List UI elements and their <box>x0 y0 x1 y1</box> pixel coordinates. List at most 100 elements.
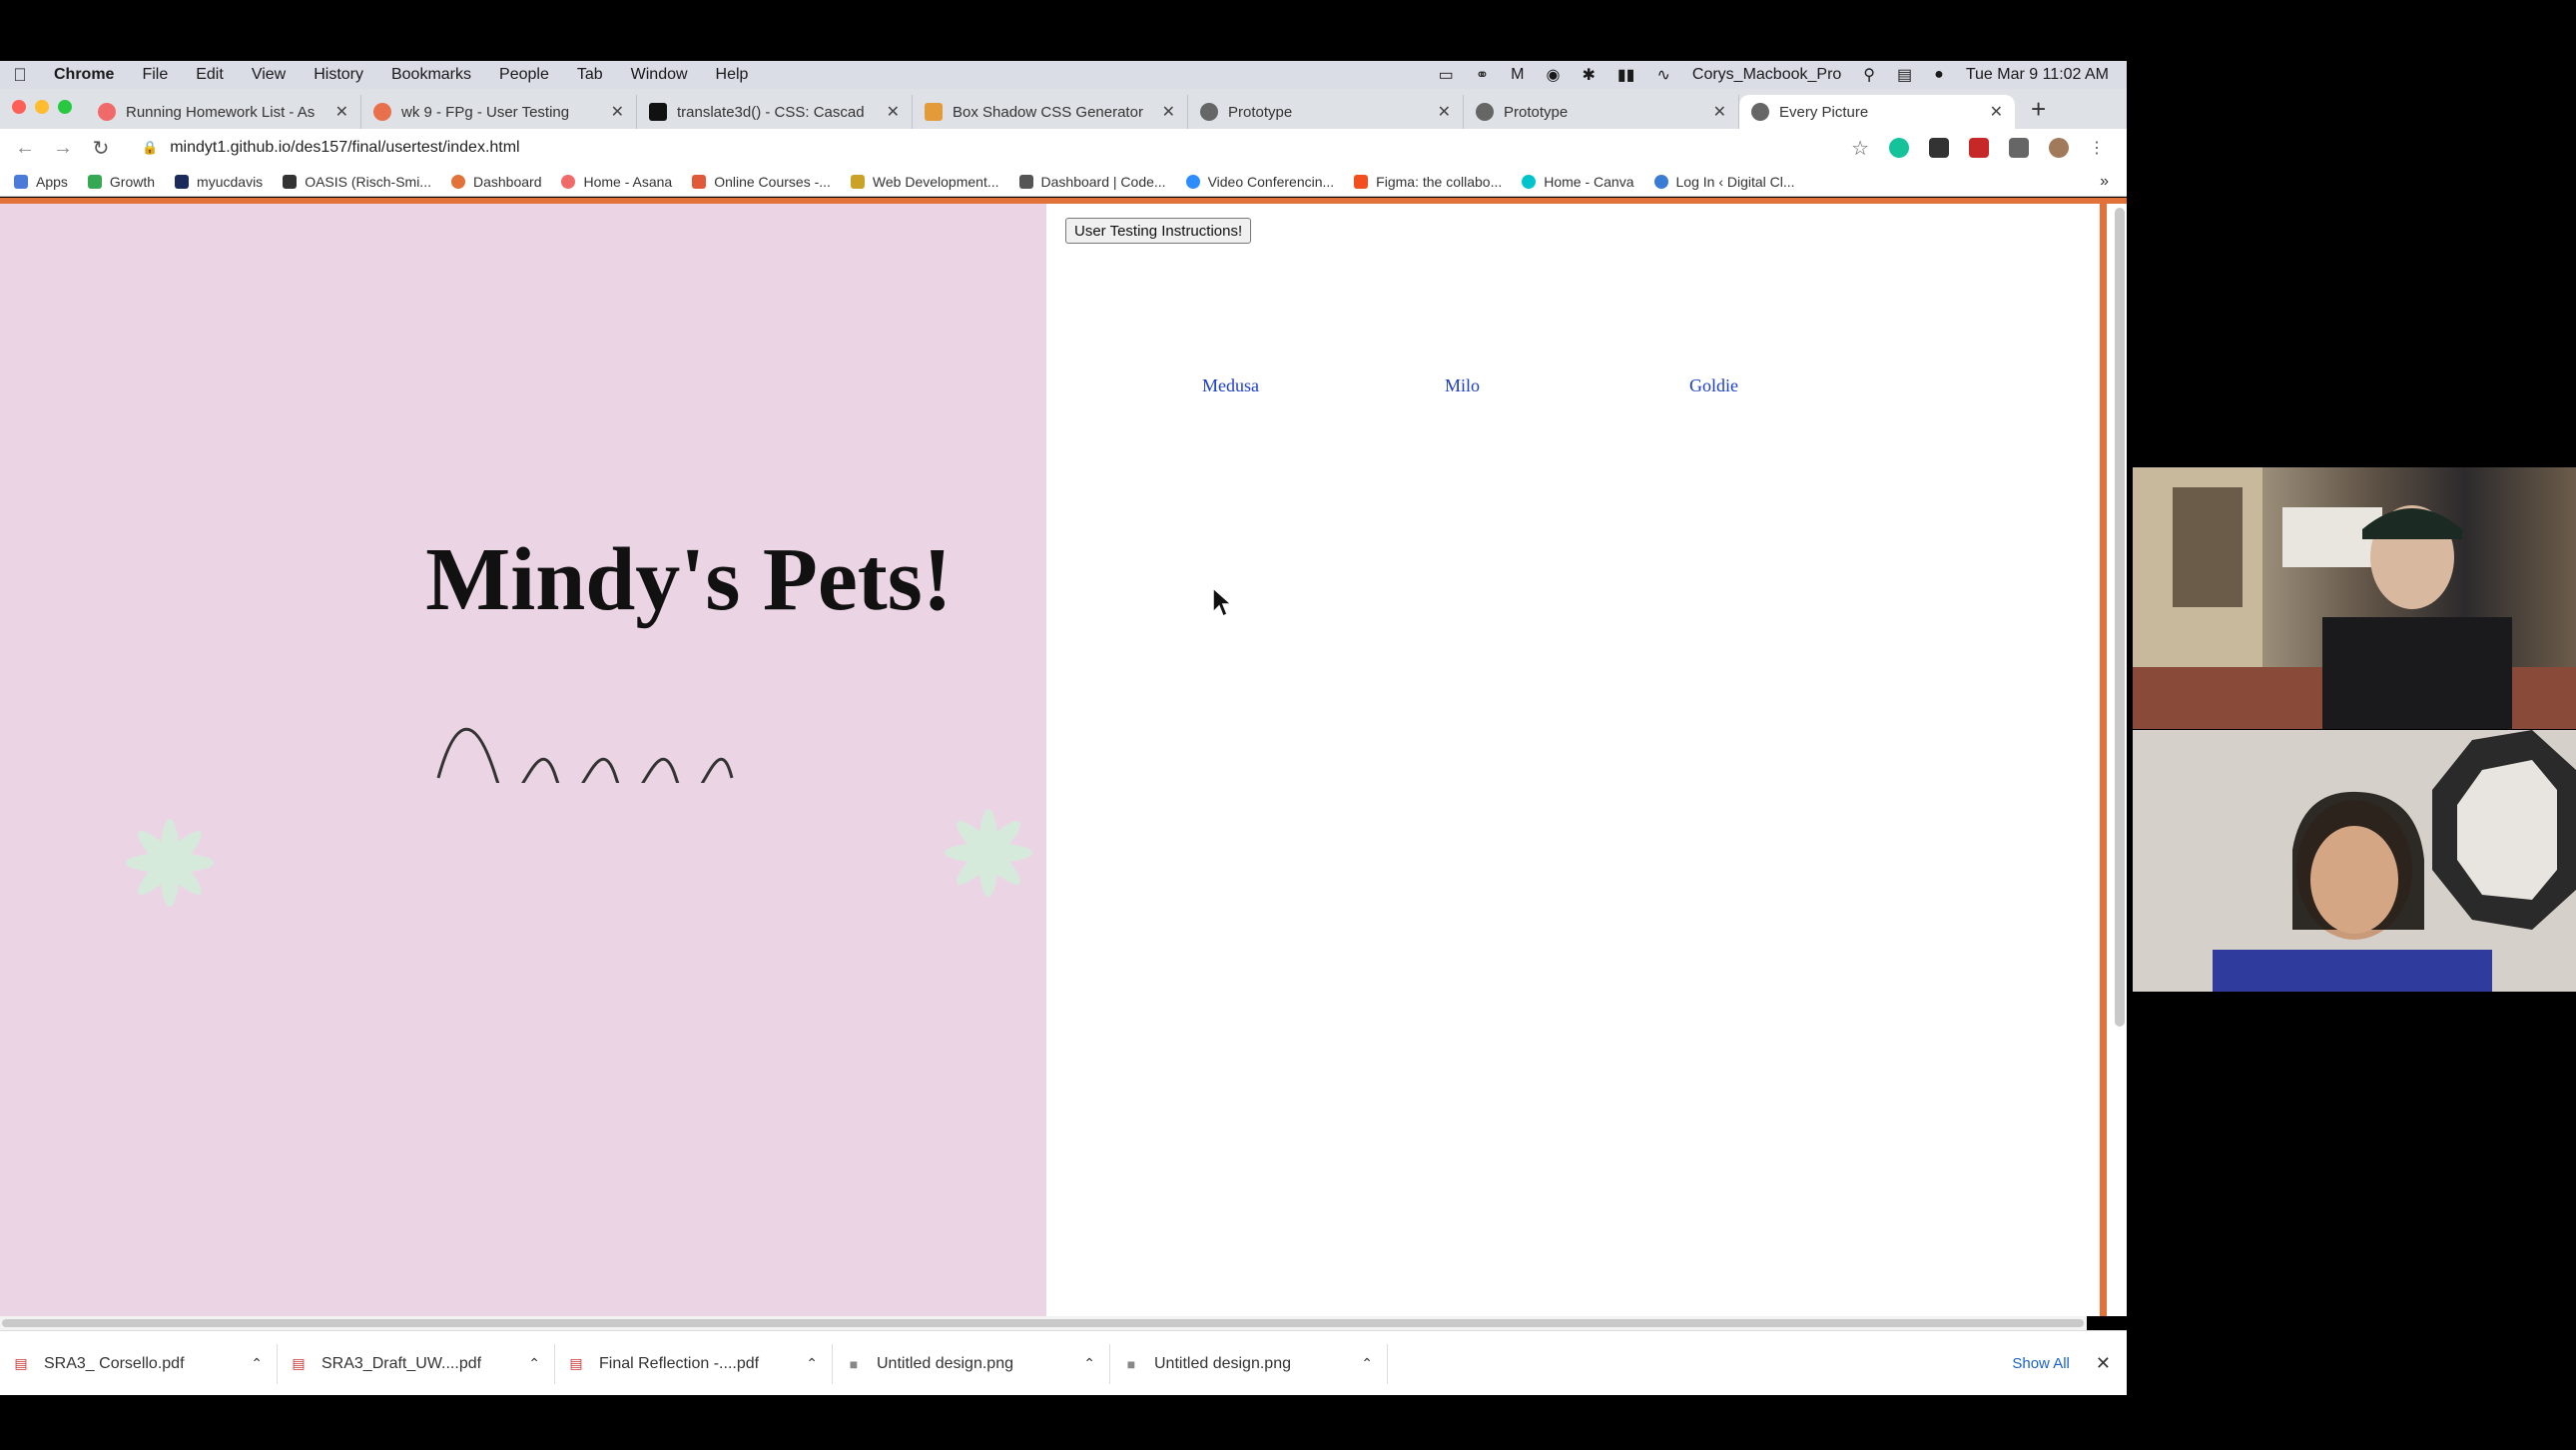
page-title: Mindy's Pets! <box>425 530 953 629</box>
scrollbar-thumb[interactable] <box>2 1319 2084 1327</box>
tab-close-icon[interactable]: ✕ <box>887 102 900 122</box>
bookmarks-overflow-icon[interactable]: » <box>2100 173 2127 191</box>
bookmark-canva[interactable]: Home - Canva <box>1512 174 1643 190</box>
download-filename: Untitled design.png <box>877 1354 1013 1372</box>
tab-close-icon[interactable]: ✕ <box>1990 102 2003 122</box>
menubar-clock[interactable]: Tue Mar 9 11:02 AM <box>1966 66 2109 84</box>
video-tile-participant-2 <box>2133 730 2576 992</box>
new-tab-icon[interactable]: + <box>2015 94 2062 129</box>
user-testing-instructions-button[interactable]: User Testing Instructions! <box>1065 218 1252 244</box>
glasses-icon[interactable]: ⚭ <box>1476 65 1489 85</box>
malwarebytes-icon[interactable]: M <box>1511 66 1524 84</box>
download-item[interactable]: ▤ Final Reflection -....pdf ⌃ <box>555 1343 833 1384</box>
video-tile-participant-1 <box>2133 467 2576 729</box>
menu-edit[interactable]: Edit <box>182 66 238 84</box>
tab-prototype-2[interactable]: Prototype ✕ <box>1464 95 1739 129</box>
apple-icon[interactable]:  <box>0 65 40 86</box>
browser-tab-strip: Running Homework List - As ✕ wk 9 - FPg … <box>0 89 2127 129</box>
zoom-window-icon[interactable] <box>58 100 72 114</box>
bookmark-digital-cl[interactable]: Log In ‹ Digital Cl... <box>1644 174 1805 190</box>
download-item[interactable]: ■ Untitled design.png ⌃ <box>1110 1343 1388 1384</box>
forward-arrow-icon[interactable]: → <box>44 137 82 160</box>
screen:  Chrome File Edit View History Bookmark… <box>0 61 2127 1395</box>
bluetooth-icon[interactable]: ✱ <box>1582 65 1595 85</box>
globe-favicon-icon <box>1476 103 1494 121</box>
pet-link-medusa[interactable]: Medusa <box>1202 375 1259 396</box>
mouse-cursor-icon <box>1212 586 1233 618</box>
spotlight-search-icon[interactable]: ⚲ <box>1863 65 1875 85</box>
lock-icon[interactable]: 🔒 <box>142 140 158 156</box>
bookmark-video-conferencing[interactable]: Video Conferencin... <box>1176 174 1345 190</box>
close-window-icon[interactable] <box>12 100 26 114</box>
tab-prototype-1[interactable]: Prototype ✕ <box>1188 95 1464 129</box>
extension-d-icon[interactable] <box>1929 138 1949 158</box>
bookmark-figma[interactable]: Figma: the collabo... <box>1344 174 1512 190</box>
download-item[interactable]: ▤ SRA3_Draft_UW....pdf ⌃ <box>278 1343 555 1384</box>
control-center-icon[interactable]: ▤ <box>1897 65 1912 85</box>
chevron-up-icon[interactable]: ⌃ <box>251 1355 277 1372</box>
pdf-file-icon: ▤ <box>14 1355 28 1371</box>
bookmark-growth[interactable]: Growth <box>78 174 165 190</box>
download-item[interactable]: ■ Untitled design.png ⌃ <box>833 1343 1110 1384</box>
bookmark-label: Figma: the collabo... <box>1376 173 1503 190</box>
battery-icon[interactable]: ▮▮ <box>1617 65 1635 85</box>
canvas-icon <box>450 174 465 189</box>
horizontal-scrollbar[interactable] <box>0 1316 2087 1330</box>
tab-close-icon[interactable]: ✕ <box>1438 102 1451 122</box>
bookmark-star-icon[interactable]: ☆ <box>1851 136 1869 161</box>
bookmark-asana[interactable]: Home - Asana <box>551 174 682 190</box>
menu-help[interactable]: Help <box>702 66 763 84</box>
chevron-up-icon[interactable]: ⌃ <box>806 1355 832 1372</box>
minimize-window-icon[interactable] <box>35 100 49 114</box>
vertical-scrollbar[interactable] <box>2115 208 2125 1027</box>
reload-icon[interactable]: ↻ <box>82 136 120 161</box>
tab-close-icon[interactable]: ✕ <box>611 102 624 122</box>
menu-tab[interactable]: Tab <box>563 66 617 84</box>
download-item[interactable]: ▤ SRA3_ Corsello.pdf ⌃ <box>0 1343 278 1384</box>
tab-close-icon[interactable]: ✕ <box>335 102 348 122</box>
tab-translate3d[interactable]: translate3d() - CSS: Cascad ✕ <box>637 95 913 129</box>
pet-link-milo[interactable]: Milo <box>1445 375 1480 396</box>
menu-app-name[interactable]: Chrome <box>40 66 128 84</box>
close-download-shelf-icon[interactable]: ✕ <box>2096 1353 2127 1374</box>
tab-box-shadow-generator[interactable]: Box Shadow CSS Generator ✕ <box>913 95 1188 129</box>
bookmark-dashboard-code[interactable]: Dashboard | Code... <box>1009 174 1176 190</box>
pet-link-goldie[interactable]: Goldie <box>1689 375 1738 396</box>
tab-every-picture[interactable]: Every Picture ✕ <box>1739 95 2015 129</box>
tab-close-icon[interactable]: ✕ <box>1162 102 1175 122</box>
url-text[interactable]: mindyt1.github.io/des157/final/usertest/… <box>170 139 519 157</box>
profile-avatar[interactable] <box>2049 138 2069 158</box>
menu-history[interactable]: History <box>300 66 377 84</box>
play-circle-icon[interactable]: ◉ <box>1547 65 1561 85</box>
tab-running-homework[interactable]: Running Homework List - As ✕ <box>86 95 361 129</box>
puzzle-extensions-icon[interactable] <box>2009 138 2029 158</box>
bookmark-apps[interactable]: Apps <box>4 174 78 190</box>
tab-wk9-user-testing[interactable]: wk 9 - FPg - User Testing ✕ <box>361 95 637 129</box>
bookmark-myucdavis[interactable]: myucdavis <box>165 174 273 190</box>
tab-close-icon[interactable]: ✕ <box>1713 102 1726 122</box>
menu-bookmarks[interactable]: Bookmarks <box>377 66 485 84</box>
bookmark-online-courses[interactable]: Online Courses -... <box>682 174 841 190</box>
ublock-extension-icon[interactable] <box>1969 138 1989 158</box>
chevron-up-icon[interactable]: ⌃ <box>528 1355 554 1372</box>
bookmark-oasis[interactable]: OASIS (Risch-Smi... <box>273 174 441 190</box>
wifi-icon[interactable]: ∿ <box>1656 65 1669 85</box>
grammarly-extension-icon[interactable] <box>1889 138 1909 158</box>
back-arrow-icon[interactable]: ← <box>6 137 44 160</box>
download-shelf: ▤ SRA3_ Corsello.pdf ⌃ ▤ SRA3_Draft_UW..… <box>0 1330 2127 1395</box>
menu-file[interactable]: File <box>128 66 182 84</box>
menu-people[interactable]: People <box>485 66 563 84</box>
address-bar[interactable]: 🔒 mindyt1.github.io/des157/final/usertes… <box>128 133 1885 163</box>
pdf-file-icon: ▤ <box>292 1355 306 1371</box>
siri-icon[interactable]: ● <box>1934 66 1944 84</box>
bookmark-web-development[interactable]: Web Development... <box>841 174 1009 190</box>
computer-name[interactable]: Corys_Macbook_Pro <box>1692 66 1841 84</box>
menu-view[interactable]: View <box>238 66 300 84</box>
screen-mirroring-icon[interactable]: ▭ <box>1439 65 1454 85</box>
bookmark-dashboard[interactable]: Dashboard <box>441 174 552 190</box>
kebab-menu-icon[interactable]: ⋮ <box>2089 138 2105 158</box>
show-all-downloads-link[interactable]: Show All <box>2012 1355 2096 1372</box>
chevron-up-icon[interactable]: ⌃ <box>1083 1355 1109 1372</box>
chevron-up-icon[interactable]: ⌃ <box>1361 1355 1387 1372</box>
menu-window[interactable]: Window <box>617 66 702 84</box>
